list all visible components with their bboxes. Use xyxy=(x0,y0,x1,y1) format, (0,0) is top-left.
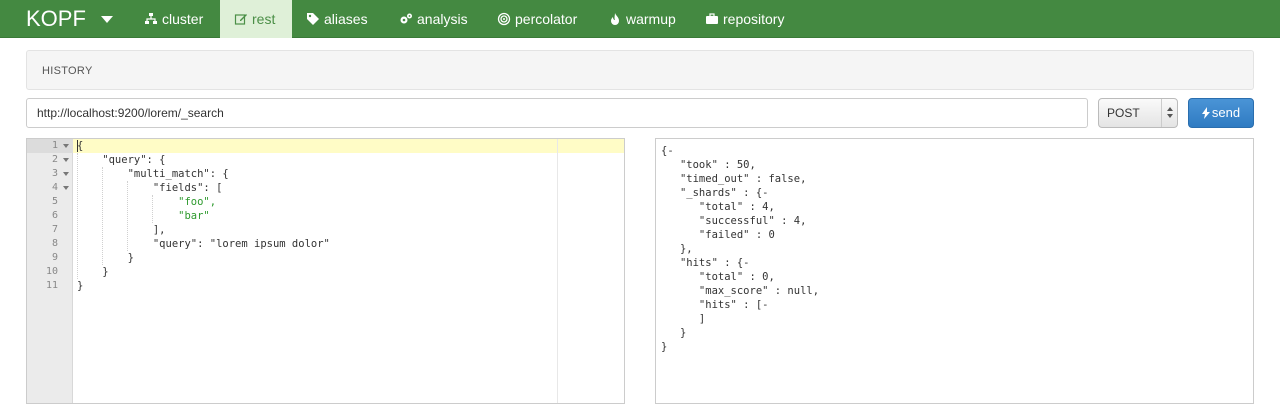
code-line: "multi_match": { xyxy=(77,168,229,180)
response-line: } xyxy=(661,327,687,339)
line-number: 10 xyxy=(45,266,58,277)
code-line: } xyxy=(77,280,84,292)
fold-toggle-icon[interactable] xyxy=(63,186,69,190)
nav-warmup[interactable]: warmup xyxy=(594,0,690,38)
line-number: 11 xyxy=(45,280,58,291)
nav-cluster-label: cluster xyxy=(162,11,204,27)
fold-toggle-icon[interactable] xyxy=(63,172,69,176)
response-line: "successful" : 4, xyxy=(661,215,807,227)
response-line: "took" : 50, xyxy=(661,159,756,171)
nav-rest-label: rest xyxy=(252,11,276,27)
nav-aliases[interactable]: aliases xyxy=(292,0,382,38)
code-line: "bar" xyxy=(77,210,210,222)
response-line: "max_score" : null, xyxy=(661,285,820,297)
response-line: ] xyxy=(661,313,706,325)
nav-repository[interactable]: repository xyxy=(691,0,798,38)
fire-icon xyxy=(611,13,619,25)
response-line: "failed" : 0 xyxy=(661,229,775,241)
navbar: KOPF cluster rest aliases analysis perco… xyxy=(0,0,1280,38)
response-line: "total" : 0, xyxy=(661,271,775,283)
tags-icon xyxy=(307,13,319,25)
code-line: ], xyxy=(77,224,166,236)
nav-analysis-label: analysis xyxy=(417,11,468,27)
fold-toggle-icon[interactable] xyxy=(63,158,69,162)
briefcase-icon xyxy=(706,13,718,24)
nav-percolator-label: percolator xyxy=(515,11,578,27)
response-line: } xyxy=(661,341,668,353)
line-number: 6 xyxy=(51,210,58,221)
method-select[interactable]: POST xyxy=(1098,98,1178,128)
fold-toggle-icon[interactable] xyxy=(63,144,69,148)
send-button[interactable]: send xyxy=(1188,98,1254,128)
brand-dropdown-caret-icon[interactable] xyxy=(101,16,113,23)
nav-repository-label: repository xyxy=(723,11,785,27)
code-line: } xyxy=(77,252,134,264)
editor-gutter: 1 2 3 4 5 6 7 8 9 10 11 xyxy=(27,139,73,403)
send-button-label: send xyxy=(1211,105,1241,120)
line-number: 3 xyxy=(51,168,58,179)
method-select-value: POST xyxy=(1107,106,1140,120)
code-line: "query": "lorem ipsum dolor" xyxy=(77,238,330,250)
code-line: "query": { xyxy=(77,154,166,166)
print-margin xyxy=(557,139,558,403)
code-line: "fields": [ xyxy=(77,182,223,194)
active-line-highlight xyxy=(73,139,624,153)
line-number: 1 xyxy=(51,140,58,151)
line-number: 7 xyxy=(51,224,58,235)
response-line: }, xyxy=(661,243,693,255)
response-line: "timed_out" : false, xyxy=(661,173,807,185)
response-line: "hits" : {- xyxy=(661,257,750,269)
cogs-icon xyxy=(400,13,412,24)
line-number: 9 xyxy=(51,252,58,263)
edit-icon xyxy=(234,14,247,25)
line-number: 5 xyxy=(51,196,58,207)
line-number: 8 xyxy=(51,238,58,249)
nav-aliases-label: aliases xyxy=(324,11,368,27)
select-arrows-icon xyxy=(1161,99,1178,127)
request-body-editor[interactable]: 1 2 3 4 5 6 7 8 9 10 11 { "query": { "mu… xyxy=(26,138,625,404)
response-line: {- xyxy=(661,145,674,157)
nav-cluster[interactable]: cluster xyxy=(130,0,217,38)
line-number: 4 xyxy=(51,182,58,193)
response-line: "hits" : [- xyxy=(661,299,769,311)
bullseye-icon xyxy=(497,12,511,26)
history-label: HISTORY xyxy=(42,65,93,77)
response-viewer[interactable]: {- "took" : 50, "timed_out" : false, "_s… xyxy=(655,138,1254,404)
sitemap-icon xyxy=(145,13,157,24)
response-line: "_shards" : {- xyxy=(661,187,769,199)
line-number: 2 xyxy=(51,154,58,165)
code-line: } xyxy=(77,266,109,278)
bolt-icon xyxy=(1201,107,1210,119)
nav-analysis[interactable]: analysis xyxy=(385,0,482,38)
history-panel[interactable]: HISTORY xyxy=(26,50,1254,90)
nav-warmup-label: warmup xyxy=(626,11,676,27)
nav-percolator[interactable]: percolator xyxy=(483,0,591,38)
nav-rest[interactable]: rest xyxy=(220,0,292,38)
code-line: { xyxy=(77,140,84,152)
response-line: "total" : 4, xyxy=(661,201,775,213)
brand-logo[interactable]: KOPF xyxy=(26,0,86,38)
url-input[interactable]: http://localhost:9200/lorem/_search xyxy=(26,98,1088,128)
code-line: "foo", xyxy=(77,196,217,208)
